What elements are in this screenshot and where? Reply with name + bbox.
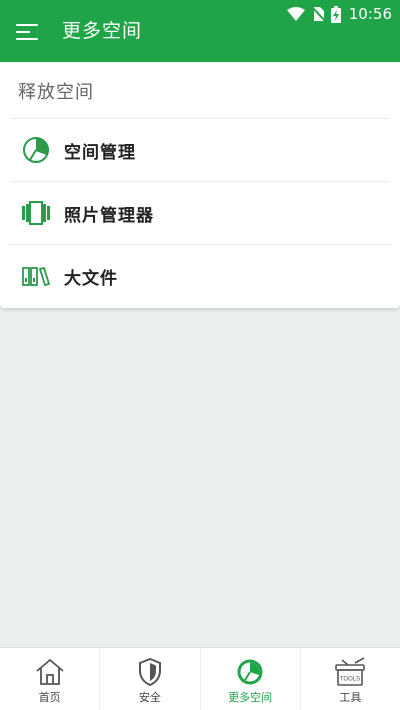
free-space-card: 释放空间 空间管理 照片管理器 大文件 (0, 62, 400, 308)
toolbox-label: TOOLS (340, 677, 360, 683)
nav-label: 安全 (138, 691, 161, 704)
status-bar: 10:56 (286, 3, 392, 25)
list-item-photo-manager[interactable]: 照片管理器 (10, 181, 390, 244)
shield-icon (138, 657, 162, 687)
menu-icon[interactable] (16, 20, 44, 44)
app-bar: 10:56 更多空间 (0, 0, 400, 62)
nav-label: 首页 (38, 691, 61, 704)
list-item-label: 照片管理器 (64, 205, 154, 226)
app-screen: 10:56 更多空间 释放空间 空间管理 照片管理器 大文件 首页 安全 更多空… (0, 0, 400, 710)
photo-stack-icon (14, 191, 58, 235)
nav-label: 更多空间 (228, 691, 273, 704)
list-item-space-management[interactable]: 空间管理 (10, 118, 390, 181)
page-title: 更多空间 (62, 20, 143, 42)
toolbox-icon: TOOLS (333, 657, 367, 687)
nav-item-more-space[interactable]: 更多空间 (201, 648, 301, 710)
wifi-icon (286, 7, 305, 21)
binders-icon (14, 254, 58, 298)
list-item-label: 空间管理 (64, 142, 136, 163)
no-sim-icon (311, 6, 325, 22)
section-title: 释放空间 (18, 82, 94, 103)
status-time: 10:56 (348, 5, 392, 23)
list-item-label: 大文件 (64, 268, 118, 289)
nav-item-home[interactable]: 首页 (0, 648, 101, 710)
pie-chart-icon (14, 128, 58, 172)
home-icon (35, 657, 65, 687)
nav-item-tools[interactable]: TOOLS 工具 (301, 648, 400, 710)
nav-label: 工具 (339, 691, 362, 704)
pie-chart-icon (236, 657, 264, 687)
nav-item-security[interactable]: 安全 (100, 648, 201, 710)
battery-charging-icon (330, 5, 341, 23)
list-item-large-files[interactable]: 大文件 (10, 244, 390, 307)
bottom-nav: 首页 安全 更多空间 TOOLS 工具 (0, 647, 400, 710)
